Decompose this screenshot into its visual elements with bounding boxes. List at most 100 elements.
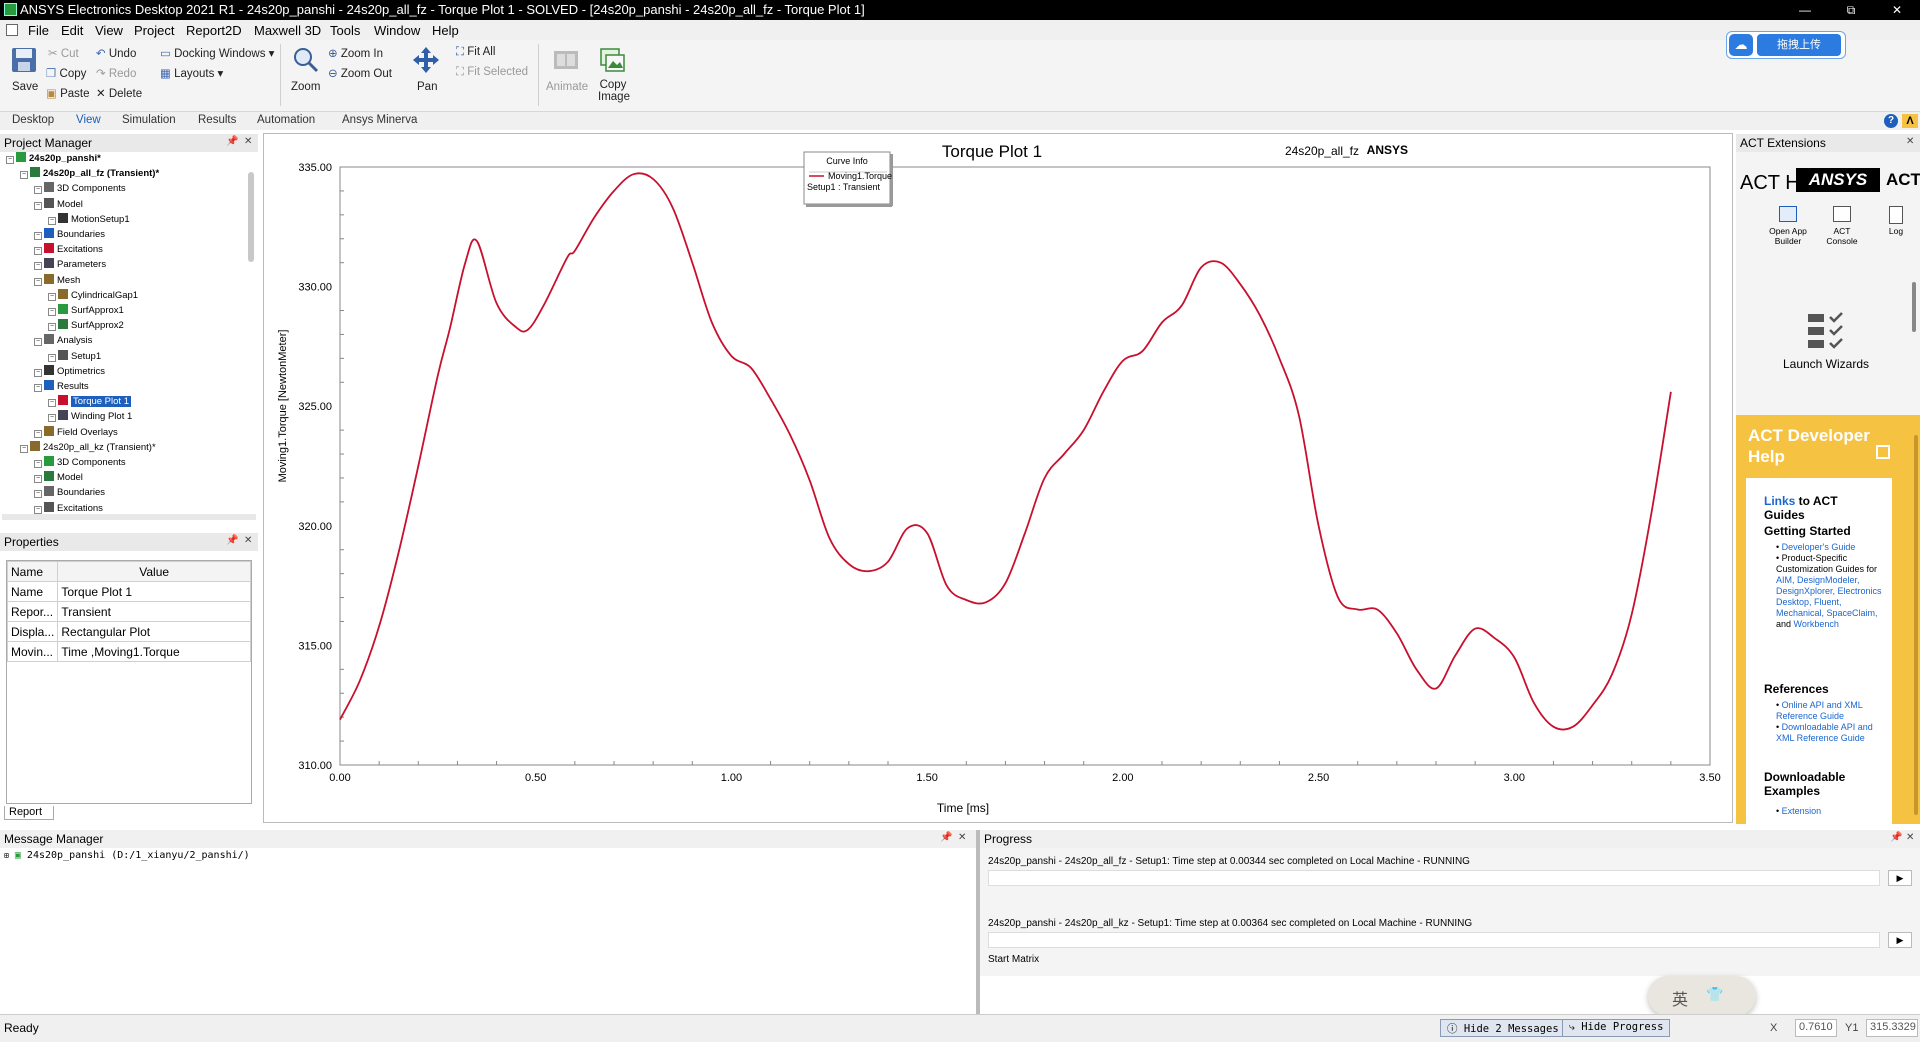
hide-progress-button[interactable]: ⤷ Hide Progress xyxy=(1562,1019,1671,1037)
tab-view[interactable]: View xyxy=(76,114,101,126)
close-icon[interactable]: ✕ xyxy=(244,535,252,546)
doc-icon[interactable] xyxy=(6,24,18,36)
tree-item[interactable]: − Optimetrics xyxy=(34,364,105,379)
list-item[interactable]: • Extension xyxy=(1776,806,1886,817)
expand-toggle-icon[interactable]: − xyxy=(48,399,56,408)
expand-icon[interactable]: ⊞ xyxy=(4,851,9,860)
upload-widget[interactable]: ☁ 拖拽上传 xyxy=(1726,31,1846,59)
pin-icon[interactable]: 📌 xyxy=(226,136,238,147)
delete-button[interactable]: ✕ Delete xyxy=(96,86,142,100)
downloadable-api-link[interactable]: Downloadable API and XML Reference Guide xyxy=(1776,722,1873,743)
ime-toolbar[interactable]: 英 👕 xyxy=(1648,976,1756,1016)
close-icon[interactable]: ✕ xyxy=(244,136,252,147)
pin-icon[interactable]: 📌 xyxy=(1890,832,1902,843)
tree-item[interactable]: − Field Overlays xyxy=(34,425,118,440)
expand-toggle-icon[interactable]: − xyxy=(48,323,56,332)
pan-icon[interactable] xyxy=(412,46,440,74)
property-row[interactable]: Name Torque Plot 1 xyxy=(6,581,251,602)
menu-view[interactable]: View xyxy=(95,23,123,38)
expand-toggle-icon[interactable]: − xyxy=(34,338,42,347)
list-item[interactable]: • Downloadable API and XML Reference Gui… xyxy=(1776,722,1886,744)
copy-image-button[interactable]: Copy Image xyxy=(598,79,630,103)
tab-automation[interactable]: Automation xyxy=(257,114,315,126)
tab-results[interactable]: Results xyxy=(198,114,236,126)
act-console-button[interactable]: ACT Console xyxy=(1826,206,1858,246)
ime-language[interactable]: 英 xyxy=(1672,986,1688,1010)
expand-toggle-icon[interactable]: − xyxy=(34,277,42,286)
open-app-builder-button[interactable]: Open App Builder xyxy=(1769,206,1807,246)
tree-item[interactable]: − Excitations xyxy=(34,243,103,257)
links-word[interactable]: Links xyxy=(1764,494,1795,508)
zoom-icon[interactable] xyxy=(292,46,320,74)
cut-button[interactable]: ✂ Cut xyxy=(48,46,79,60)
expand-toggle-icon[interactable]: − xyxy=(34,201,42,210)
tab-simulation[interactable]: Simulation xyxy=(122,114,176,126)
list-item[interactable]: • Online API and XML Reference Guide xyxy=(1776,700,1886,722)
menu-tools[interactable]: Tools xyxy=(330,23,360,38)
tab-ansys-minerva[interactable]: Ansys Minerva xyxy=(342,114,417,126)
tree-item[interactable]: − Winding Plot 1 xyxy=(48,410,132,424)
expand-toggle-icon[interactable]: − xyxy=(34,429,42,438)
zoom-in-button[interactable]: ⊕ Zoom In xyxy=(328,46,383,60)
pan-button[interactable]: Pan xyxy=(417,81,437,93)
help-icon[interactable]: ? xyxy=(1884,114,1898,128)
animate-button[interactable]: Animate xyxy=(546,81,588,93)
expand-toggle-icon[interactable]: − xyxy=(34,186,42,195)
progress-action-kz[interactable]: ▶ xyxy=(1888,932,1912,948)
zoom-out-button[interactable]: ⊖ Zoom Out xyxy=(328,66,392,80)
close-icon[interactable]: ✕ xyxy=(1906,832,1914,843)
layouts-button[interactable]: ▦ Layouts ▾ xyxy=(160,66,223,80)
expand-toggle-icon[interactable]: − xyxy=(48,353,56,362)
expand-toggle-icon[interactable]: − xyxy=(34,475,42,484)
menu-maxwell3d[interactable]: Maxwell 3D xyxy=(254,23,321,38)
developers-guide-link[interactable]: Developer's Guide xyxy=(1782,542,1856,552)
animate-icon[interactable] xyxy=(552,46,580,74)
expand-toggle-icon[interactable]: − xyxy=(48,414,56,423)
workbench-link[interactable]: Workbench xyxy=(1794,619,1839,629)
tree-item[interactable]: − Mesh xyxy=(34,273,80,288)
hide-messages-button[interactable]: ⓘ Hide 2 Messages xyxy=(1440,1019,1566,1037)
tree-item[interactable]: − CylindricalGap1 xyxy=(48,288,138,303)
tree-item[interactable]: − Parameters xyxy=(34,258,106,272)
list-item[interactable]: • Developer's Guide xyxy=(1776,542,1886,553)
tree-item[interactable]: − 24s20p_panshi* xyxy=(6,152,101,166)
property-value[interactable]: Transient xyxy=(57,601,251,622)
property-value[interactable]: Torque Plot 1 xyxy=(57,581,251,602)
menu-edit[interactable]: Edit xyxy=(61,23,83,38)
progress-action-fz[interactable]: ▶ xyxy=(1888,870,1912,886)
property-row[interactable]: Movin... Time ,Moving1.Torque xyxy=(6,641,251,662)
property-value[interactable]: Rectangular Plot xyxy=(57,621,251,642)
copy-button[interactable]: ❐ Copy xyxy=(46,66,86,80)
tree-item[interactable]: − Results xyxy=(34,380,89,394)
property-row[interactable]: Repor... Transient xyxy=(6,601,251,622)
expand-toggle-icon[interactable]: − xyxy=(34,505,42,514)
log-button[interactable]: Log xyxy=(1884,206,1908,246)
zoom-button[interactable]: Zoom xyxy=(291,81,320,93)
online-api-link[interactable]: Online API and XML Reference Guide xyxy=(1776,700,1862,721)
launch-wizards-button[interactable]: Launch Wizards xyxy=(1776,312,1876,372)
customization-guides-links[interactable]: AIM, DesignModeler, DesignXplorer, Elect… xyxy=(1776,575,1882,618)
tree-item[interactable]: − Model xyxy=(34,471,83,485)
redo-button[interactable]: ↷ Redo xyxy=(96,66,136,80)
help-scrollbar[interactable] xyxy=(1914,435,1918,815)
expand-toggle-icon[interactable]: − xyxy=(34,460,42,468)
menu-file[interactable]: File xyxy=(28,23,49,38)
property-row[interactable]: Displa... Rectangular Plot xyxy=(6,621,251,642)
expand-toggle-icon[interactable]: − xyxy=(20,171,28,180)
copy-image-icon[interactable] xyxy=(598,46,626,74)
fit-selected-button[interactable]: ⛶ Fit Selected xyxy=(456,66,528,79)
pin-icon[interactable]: 📌 xyxy=(940,832,952,843)
close-button[interactable]: ✕ xyxy=(1874,0,1920,20)
close-icon[interactable]: ✕ xyxy=(1906,136,1914,147)
expand-toggle-icon[interactable]: − xyxy=(48,216,56,225)
undo-button[interactable]: ↶ Undo xyxy=(96,46,136,60)
tree-scrollbar[interactable] xyxy=(248,172,254,262)
tree-item[interactable]: − Excitations xyxy=(34,501,103,514)
expand-toggle-icon[interactable]: − xyxy=(34,368,42,377)
close-icon[interactable]: ✕ xyxy=(958,832,966,843)
save-button[interactable]: Save xyxy=(12,81,38,93)
tree-item[interactable]: − Model xyxy=(34,197,83,212)
tab-desktop[interactable]: Desktop xyxy=(12,114,54,126)
expand-toggle-icon[interactable]: − xyxy=(20,444,28,453)
pin-icon[interactable]: 📌 xyxy=(226,535,238,546)
